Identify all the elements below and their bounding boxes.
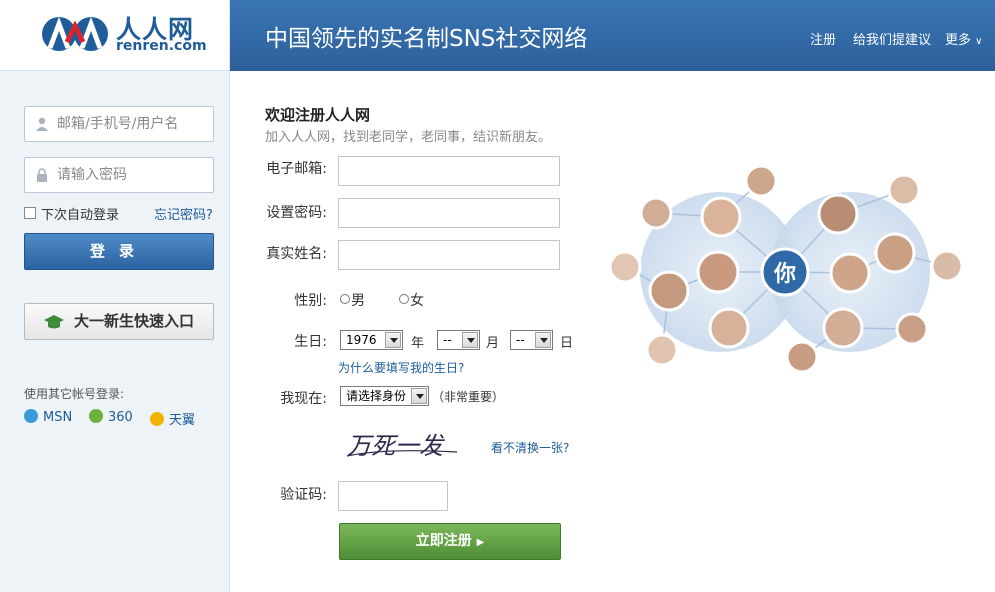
real-name-field[interactable] xyxy=(338,240,560,270)
birth-year-select[interactable]: 1976 xyxy=(340,330,403,350)
logo-domain: renren.com xyxy=(116,38,207,54)
status-hint: （非常重要） xyxy=(432,390,505,404)
social-network-illustration: 你 xyxy=(608,164,964,374)
birth-day-value: -- xyxy=(516,333,525,347)
tianyi-icon xyxy=(150,412,164,426)
page: 人人网 renren.com 中国领先的实名制SNS社交网络 注册 给我们提建议… xyxy=(0,0,995,592)
freshman-entry-button[interactable]: 大一新生快速入口 xyxy=(24,303,214,340)
captcha-image: 万死一发 xyxy=(346,432,458,460)
remember-label: 下次自动登录 xyxy=(41,208,120,223)
status-select[interactable]: 请选择身份 xyxy=(340,386,429,406)
captcha-label: 验证码: xyxy=(280,487,327,503)
gender-male-label: 男 xyxy=(351,293,365,309)
birth-day-select[interactable]: -- xyxy=(510,330,553,350)
password-placeholder: 请输入密码 xyxy=(57,167,127,183)
birth-month-select[interactable]: -- xyxy=(437,330,480,350)
gender-female-radio[interactable] xyxy=(399,294,409,304)
form-subtitle: 加入人人网，找到老同学，老同事，结识新朋友。 xyxy=(265,130,552,145)
username-placeholder: 邮箱/手机号/用户名 xyxy=(57,116,179,132)
tianyi-login-link[interactable]: 天翼 xyxy=(150,409,195,428)
forgot-password-link[interactable]: 忘记密码? xyxy=(154,204,213,223)
center-you-label: 你 xyxy=(773,262,796,287)
360-login-link[interactable]: 360 xyxy=(89,409,133,425)
360-icon xyxy=(89,409,103,423)
birth-year-value: 1976 xyxy=(346,333,377,347)
other-login-label: 使用其它帐号登录: xyxy=(24,387,125,401)
set-password-field[interactable] xyxy=(338,198,560,228)
gender-label: 性别: xyxy=(294,293,327,309)
captcha-text: 万死一发 xyxy=(347,432,446,460)
nav-feedback-link[interactable]: 给我们提建议 xyxy=(853,29,931,48)
password-input[interactable]: 请输入密码 xyxy=(24,157,214,193)
dropdown-arrow-icon xyxy=(411,388,427,404)
msn-icon xyxy=(24,409,38,423)
arrow-right-icon: ▶ xyxy=(476,537,485,548)
msn-label: MSN xyxy=(43,410,73,425)
register-submit-button[interactable]: 立即注册 ▶ xyxy=(339,523,561,560)
gender-male-radio[interactable] xyxy=(340,294,350,304)
login-sidebar: 邮箱/手机号/用户名 请输入密码 下次自动登录 忘记密码? 登录 大一新生快速入… xyxy=(0,71,230,592)
register-submit-label: 立即注册 xyxy=(415,533,472,549)
dropdown-arrow-icon xyxy=(462,332,478,348)
lock-icon xyxy=(37,168,47,182)
freshman-entry-label: 大一新生快速入口 xyxy=(74,312,195,330)
status-select-value: 请选择身份 xyxy=(346,389,407,403)
birthday-why-link[interactable]: 为什么要填写我的生日? xyxy=(338,359,464,376)
360-label: 360 xyxy=(108,410,133,425)
set-password-label: 设置密码: xyxy=(266,205,327,221)
login-button[interactable]: 登录 xyxy=(24,233,214,270)
header-slogan: 中国领先的实名制SNS社交网络 xyxy=(265,26,588,52)
renren-logo-icon xyxy=(42,16,108,51)
birthday-label: 生日: xyxy=(294,334,327,350)
captcha-refresh-link[interactable]: 看不清换一张? xyxy=(491,439,569,456)
month-unit: 月 xyxy=(486,336,500,351)
username-input[interactable]: 邮箱/手机号/用户名 xyxy=(24,106,214,142)
year-unit: 年 xyxy=(411,336,425,351)
dropdown-arrow-icon xyxy=(385,332,401,348)
email-field[interactable] xyxy=(338,156,560,186)
birth-month-value: -- xyxy=(443,333,452,347)
remember-checkbox[interactable] xyxy=(24,207,36,219)
msn-login-link[interactable]: MSN xyxy=(24,409,72,425)
graduation-cap-icon xyxy=(44,315,64,329)
status-label: 我现在: xyxy=(280,391,327,407)
captcha-field[interactable] xyxy=(338,481,448,511)
tianyi-label: 天翼 xyxy=(169,413,196,428)
header-bar: 中国领先的实名制SNS社交网络 注册 给我们提建议 更多 ∨ xyxy=(230,0,995,71)
dropdown-arrow-icon xyxy=(535,332,551,348)
real-name-label: 真实姓名: xyxy=(266,246,327,262)
nav-register-link[interactable]: 注册 xyxy=(810,29,836,48)
nav-more-label: 更多 xyxy=(945,33,972,48)
chevron-down-icon: ∨ xyxy=(975,36,983,47)
nav-more-menu[interactable]: 更多 ∨ xyxy=(945,29,982,48)
day-unit: 日 xyxy=(560,336,574,351)
user-icon xyxy=(36,117,48,131)
form-title: 欢迎注册人人网 xyxy=(265,106,371,124)
gender-female-label: 女 xyxy=(410,293,424,309)
email-label: 电子邮箱: xyxy=(266,161,327,177)
logo-area[interactable]: 人人网 renren.com xyxy=(0,0,230,71)
